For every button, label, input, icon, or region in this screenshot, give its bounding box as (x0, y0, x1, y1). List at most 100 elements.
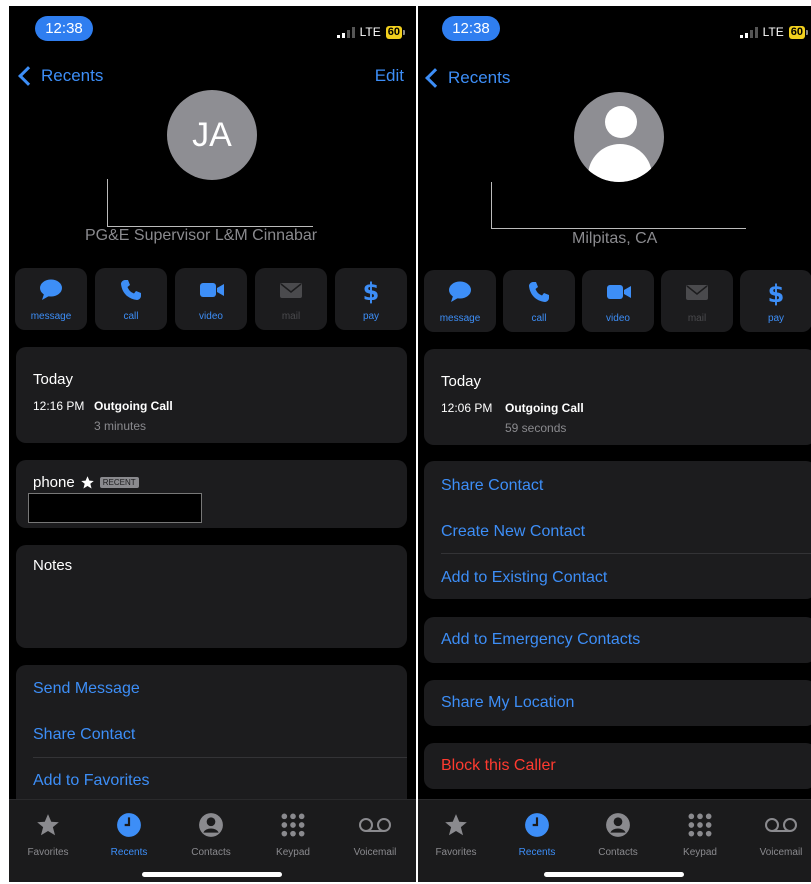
mail-action-button[interactable]: mail (255, 268, 327, 330)
tab-contacts[interactable]: Contacts (171, 812, 251, 858)
share-contact-button[interactable]: Share Contact (441, 477, 543, 495)
signal-icon (336, 26, 355, 38)
call-log-header: Today (441, 373, 482, 390)
dollar-icon: $ (768, 280, 785, 306)
svg-text:$: $ (768, 280, 785, 306)
tab-favorites[interactable]: Favorites (9, 812, 88, 858)
right-phone-screen: 12:38 LTE 60 Recents Milpitas, CA messag… (418, 6, 811, 882)
video-action-button[interactable]: video (582, 270, 654, 332)
video-icon (200, 283, 224, 297)
tab-keypad[interactable]: Keypad (253, 812, 333, 858)
star-icon (37, 814, 59, 836)
tab-recents[interactable]: Recents (497, 812, 577, 858)
tab-voicemail[interactable]: Voicemail (335, 812, 415, 858)
tab-voicemail[interactable]: Voicemail (741, 812, 811, 858)
person-head (605, 106, 637, 138)
share-contact-button[interactable]: Share Contact (33, 726, 135, 744)
home-indicator[interactable] (142, 872, 282, 877)
create-new-contact-button[interactable]: Create New Contact (441, 523, 585, 541)
contact-options-card: Share Contact Create New Contact Add to … (424, 461, 811, 599)
home-indicator[interactable] (544, 872, 684, 877)
person-body (588, 144, 652, 182)
video-action-button[interactable]: video (175, 268, 247, 330)
emergency-card: Add to Emergency Contacts (424, 617, 811, 663)
action-label: video (199, 311, 223, 322)
tab-favorites[interactable]: Favorites (418, 812, 496, 858)
edit-button[interactable]: Edit (375, 66, 404, 86)
back-button[interactable]: Recents (17, 66, 103, 86)
star-icon (80, 476, 94, 489)
avatar-initials: JA (192, 116, 232, 154)
battery-icon: 60 (788, 25, 809, 39)
pay-action-button[interactable]: $ pay (335, 268, 407, 330)
redacted-name (107, 179, 313, 227)
clock-icon (117, 813, 141, 837)
tab-bar: Favorites Recents Contacts Keypad Voicem… (9, 799, 416, 882)
divider (33, 757, 407, 758)
star-icon (445, 814, 467, 836)
action-label: video (606, 313, 630, 324)
phone-label-row: phone RECENT (33, 474, 139, 491)
tab-label: Favorites (27, 847, 69, 858)
call-duration: 59 seconds (505, 421, 567, 435)
battery-icon: 60 (385, 25, 406, 39)
phone-icon (529, 282, 549, 302)
avatar (574, 92, 664, 182)
phone-card[interactable]: phone RECENT (16, 460, 407, 528)
person-circle-icon (199, 813, 223, 837)
tab-label: Recents (110, 847, 148, 858)
mail-action-button[interactable]: mail (661, 270, 733, 332)
notes-label: Notes (33, 557, 73, 574)
tab-label: Recents (518, 847, 556, 858)
tab-label: Keypad (683, 847, 717, 858)
network-label: LTE (762, 25, 784, 39)
call-action-button[interactable]: call (503, 270, 575, 332)
add-to-existing-contact-button[interactable]: Add to Existing Contact (441, 569, 607, 587)
dollar-icon: $ (363, 278, 380, 304)
call-type: Outgoing Call (94, 399, 173, 413)
redacted-name (491, 182, 746, 229)
tab-label: Keypad (276, 847, 310, 858)
send-message-button[interactable]: Send Message (33, 680, 140, 698)
tab-label: Contacts (598, 847, 638, 858)
call-duration: 3 minutes (94, 419, 147, 433)
tab-contacts[interactable]: Contacts (578, 812, 658, 858)
tab-recents[interactable]: Recents (89, 812, 169, 858)
recent-badge: RECENT (99, 477, 139, 488)
message-icon (449, 281, 471, 302)
video-icon (607, 285, 631, 299)
action-label: message (439, 313, 481, 324)
block-caller-button[interactable]: Block this Caller (441, 757, 556, 775)
tab-label: Voicemail (759, 847, 803, 858)
call-log-header: Today (33, 371, 74, 388)
message-action-button[interactable]: message (424, 270, 496, 332)
call-time: 12:06 PM (441, 401, 493, 415)
call-action-button[interactable]: call (95, 268, 167, 330)
action-label: mail (281, 311, 301, 322)
message-action-button[interactable]: message (15, 268, 87, 330)
add-to-favorites-button[interactable]: Add to Favorites (33, 772, 150, 790)
mail-icon (686, 285, 708, 300)
action-label: call (531, 313, 547, 324)
avatar: JA (167, 90, 257, 180)
person-circle-icon (606, 813, 630, 837)
status-bar-right: LTE 60 (336, 24, 406, 40)
add-to-emergency-contacts-button[interactable]: Add to Emergency Contacts (441, 631, 640, 649)
message-icon (40, 279, 62, 300)
back-button[interactable]: Recents (424, 68, 510, 88)
phone-label: phone (33, 474, 75, 491)
phone-icon (121, 280, 141, 300)
keypad-icon (688, 813, 712, 837)
chevron-left-icon (18, 66, 38, 86)
mail-icon (280, 283, 302, 298)
action-label: mail (687, 313, 707, 324)
pay-action-button[interactable]: $ pay (740, 270, 811, 332)
share-my-location-button[interactable]: Share My Location (441, 694, 574, 712)
tab-keypad[interactable]: Keypad (660, 812, 740, 858)
signal-icon (739, 26, 758, 38)
clock-icon (525, 813, 549, 837)
notes-card[interactable]: Notes (16, 545, 407, 648)
back-label: Recents (448, 68, 511, 87)
network-label: LTE (359, 25, 381, 39)
call-log-card: Today 12:16 PM Outgoing Call 3 minutes (16, 347, 407, 443)
